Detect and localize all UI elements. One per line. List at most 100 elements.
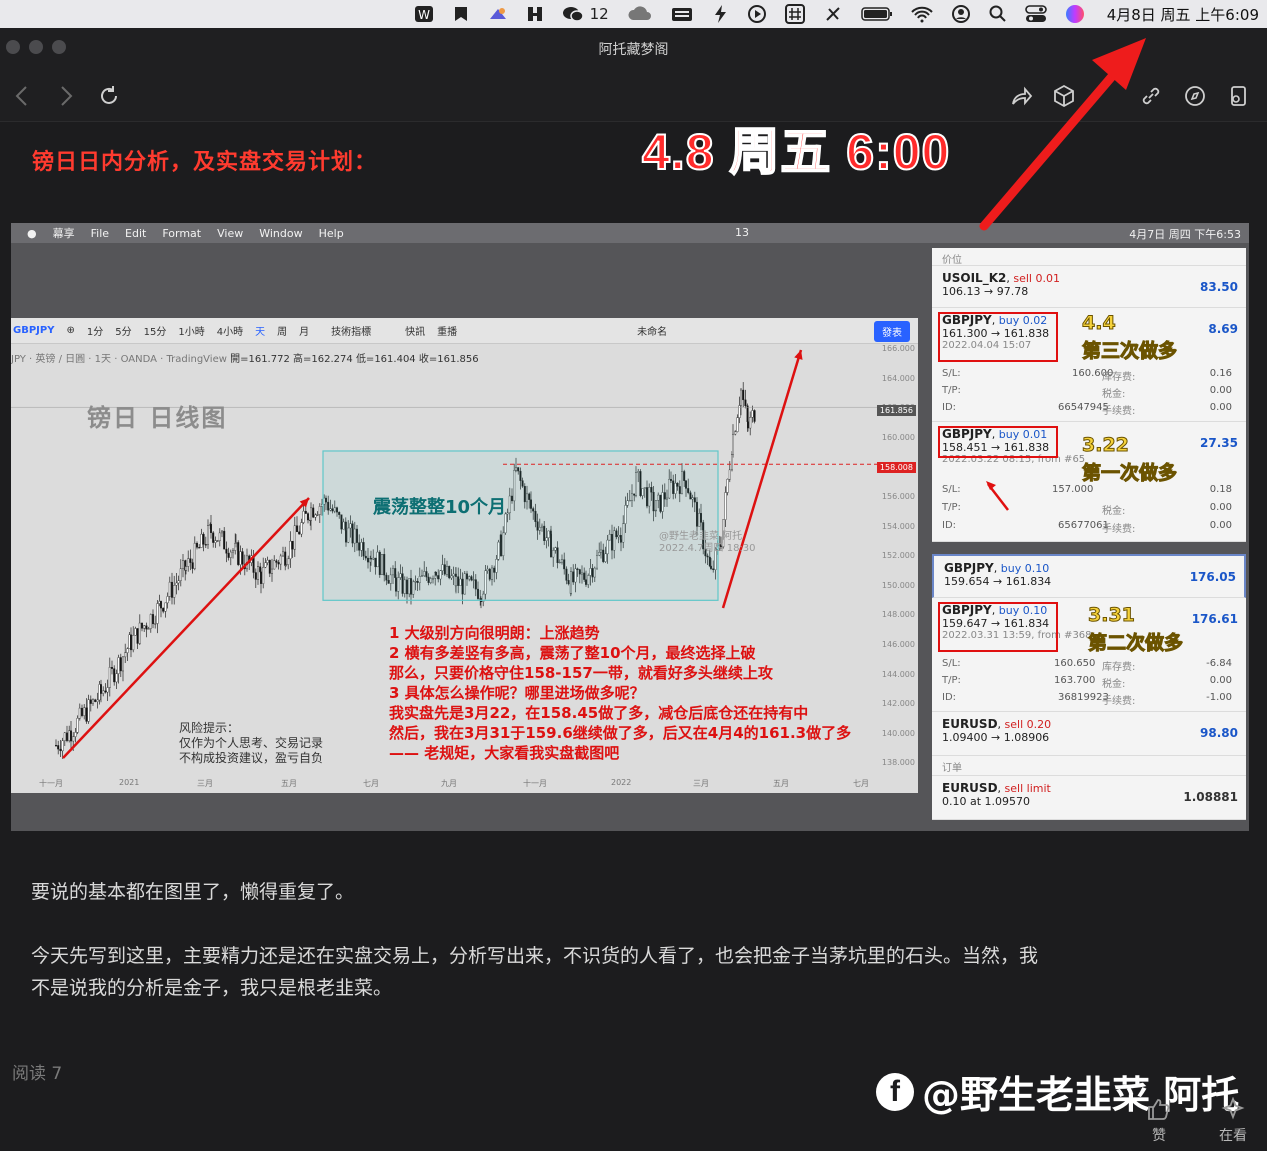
interval-4h[interactable]: 4小時 [217, 323, 243, 338]
brand-text: @野生老韭菜 阿托 [922, 1073, 1240, 1117]
dollar-icon[interactable] [711, 2, 729, 26]
bookmark-icon[interactable] [452, 2, 470, 26]
interval-week[interactable]: 周 [277, 323, 287, 338]
interval-1h[interactable]: 1小時 [178, 323, 204, 338]
battery-icon [860, 2, 893, 26]
price-tick: 142.000 [881, 699, 915, 709]
candle-body [91, 699, 94, 704]
position-row[interactable]: EURUSD, sell 0.20 1.09400 → 1.08906 98.8… [932, 712, 1246, 756]
wps-icon[interactable]: W [414, 2, 434, 26]
compass-icon[interactable] [1181, 82, 1209, 110]
interval-day[interactable]: 天 [255, 323, 265, 338]
siri-icon[interactable] [1065, 2, 1085, 26]
candle-body [117, 657, 120, 674]
back-icon[interactable] [8, 82, 36, 110]
candle-body [78, 707, 81, 719]
candle-body [154, 623, 157, 625]
candle-body [63, 732, 66, 742]
close-button[interactable] [6, 40, 20, 54]
quick-button[interactable]: 快訊 [405, 323, 425, 338]
time-tick: 七月 [363, 779, 379, 788]
candle-body [138, 622, 141, 644]
candle-body [129, 634, 132, 651]
candle-body [273, 560, 276, 570]
zoom-button[interactable] [52, 40, 66, 54]
keyboard-icon[interactable] [671, 2, 693, 26]
position-row[interactable]: GBPJPY, buy 0.10 159.654 → 161.834 176.0… [932, 554, 1246, 598]
reload-icon[interactable] [95, 82, 123, 110]
play-icon[interactable] [747, 2, 767, 26]
interval-15m[interactable]: 15分 [144, 323, 167, 338]
add-symbol-icon[interactable]: ⊕ [66, 325, 74, 336]
inner-menu-item: Edit [125, 226, 147, 240]
note-label: 第二次做多 [1087, 632, 1184, 655]
candle-body [731, 454, 734, 471]
interval-1m[interactable]: 1分 [87, 323, 103, 338]
replay-button[interactable]: 重播 [437, 323, 457, 338]
tv-symbol[interactable]: GBPJPY [13, 325, 54, 336]
watermark-line: 2022.4.7周四 18:30 [659, 543, 756, 554]
like-button[interactable]: 赞 [1134, 1097, 1184, 1145]
forward-icon[interactable] [52, 82, 80, 110]
candle-body [85, 707, 88, 722]
interval-month[interactable]: 月 [299, 323, 309, 338]
position-row-expanded[interactable]: GBPJPY, buy 0.10 159.647 → 161.834 2022.… [932, 598, 1246, 712]
control-center-icon[interactable] [1024, 2, 1047, 26]
minimize-button[interactable] [29, 40, 43, 54]
orders-header: 订单 [932, 756, 1246, 776]
paint-icon[interactable] [488, 2, 508, 26]
highlight-box [938, 426, 1058, 458]
candle-body [191, 562, 194, 569]
candle-body [310, 507, 313, 521]
menubar-clock[interactable]: 4月8日 周五 上午6:09 [1107, 4, 1259, 25]
layout-name[interactable]: 未命名 [637, 323, 667, 338]
article-paragraph: 今天先写到这里，主要精力还是还在实盘交易上，分析写出来，不识货的人看了，也会把金… [31, 945, 1039, 967]
candle-body [209, 523, 212, 533]
indicators-button[interactable]: 技術指標 [331, 323, 371, 338]
risk-line: 不构成投资建议，盈亏自负 [179, 751, 324, 765]
note-line: 2 横有多差竖有多高，震荡了整10个月，最终选择上破 [389, 644, 756, 662]
search-icon[interactable] [989, 2, 1007, 26]
interval-5m[interactable]: 5分 [115, 323, 131, 338]
article-content: 镑日日内分析，及实盘交易计划： ● 幕享 File Edit Format Vi… [0, 38, 1267, 1151]
candle-body [732, 433, 735, 455]
profile-icon[interactable] [1224, 82, 1252, 110]
order-row[interactable]: EURUSD, sell limit 0.10 at 1.09570 1.088… [932, 776, 1246, 820]
candle-body [177, 580, 180, 584]
panel-header-label: 价位 [942, 255, 962, 266]
price-tick: 160.000 [881, 432, 915, 442]
kv-row: ID: 66547945 手续费: 0.00 [942, 402, 1232, 417]
bear-icon[interactable] [526, 2, 544, 26]
time-tick: 五月 [281, 779, 297, 788]
candle-body [164, 602, 167, 612]
watching-button[interactable]: 在看 [1208, 1096, 1258, 1145]
user-icon[interactable] [951, 2, 971, 26]
cloud-icon[interactable] [627, 2, 653, 26]
grid-icon[interactable] [784, 2, 805, 26]
position-row-expanded[interactable]: GBPJPY, buy 0.02 161.300 → 161.838 2022.… [932, 308, 1246, 422]
position-prices: 106.13 → 97.78 [942, 285, 1029, 298]
trend-arrow [721, 349, 803, 609]
kv-key: ID: [942, 520, 957, 531]
risk-line: 仅作为个人思考、交易记录 [179, 736, 324, 750]
kv-key: T/P: [942, 675, 961, 686]
thumbs-up-icon [1148, 1099, 1170, 1120]
kv-key: S/L: [942, 368, 961, 379]
read-count: 阅读 7 [12, 1064, 63, 1084]
candle-body [124, 652, 127, 658]
panel-gap [932, 542, 1246, 554]
wechat-icon[interactable]: 12 [562, 2, 609, 26]
window-title: 阿托藏梦阁 [598, 42, 669, 58]
inner-menu-item: Help [318, 226, 344, 240]
wifi-icon[interactable] [910, 2, 933, 26]
time-annotation: 4.8 周五 6:00 [641, 123, 951, 181]
price-tick: 146.000 [881, 640, 915, 649]
note-line: 我实盘先是3月22，在158.45做了多，减仓后底仓还在持有中 [389, 704, 809, 722]
candle-body [279, 555, 282, 565]
position-row[interactable]: USOIL_K2, sell 0.01 106.13 → 97.78 83.50 [932, 266, 1246, 308]
position-row-expanded[interactable]: GBPJPY, buy 0.01 158.451 → 161.838 2022.… [932, 422, 1246, 542]
candle-body [740, 389, 743, 406]
mute-icon[interactable] [823, 2, 843, 26]
position-profit: 176.05 [1189, 570, 1236, 584]
time-tick: 2021 [119, 778, 140, 787]
